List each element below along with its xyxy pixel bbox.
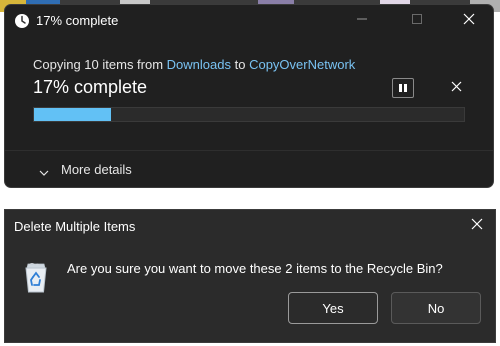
pause-button[interactable] bbox=[392, 78, 414, 98]
no-button[interactable]: No bbox=[391, 292, 481, 324]
more-details-toggle[interactable]: More details bbox=[5, 151, 493, 187]
dialog-title-bar[interactable]: Delete Multiple Items bbox=[5, 210, 495, 242]
pause-icon bbox=[399, 84, 407, 92]
window-title: 17% complete bbox=[36, 13, 119, 28]
title-bar[interactable]: 17% complete bbox=[5, 5, 493, 37]
clock-icon bbox=[14, 13, 30, 29]
maximize-icon bbox=[411, 12, 423, 30]
cancel-copy-button[interactable] bbox=[447, 79, 465, 97]
maximize-button[interactable] bbox=[394, 5, 440, 37]
source-folder-link[interactable]: Downloads bbox=[167, 57, 231, 72]
more-details-label: More details bbox=[61, 162, 132, 177]
dialog-message: Are you sure you want to move these 2 it… bbox=[67, 261, 443, 276]
copy-progress-window: 17% complete Copying 10 items from Downl… bbox=[4, 4, 494, 188]
progress-bar-fill bbox=[34, 108, 112, 121]
yes-button[interactable]: Yes bbox=[288, 292, 378, 324]
copy-status-panel: Copying 10 items from Downloads to CopyO… bbox=[5, 37, 493, 151]
dialog-close-button[interactable] bbox=[459, 210, 495, 242]
copy-description-prefix: Copying 10 items from bbox=[33, 57, 167, 72]
close-button[interactable] bbox=[446, 5, 492, 37]
recycle-bin-icon bbox=[23, 260, 49, 294]
close-icon bbox=[471, 217, 483, 235]
minimize-button[interactable] bbox=[339, 5, 385, 37]
progress-bar bbox=[33, 107, 465, 122]
copy-description-middle: to bbox=[231, 57, 250, 72]
percent-complete-label: 17% complete bbox=[33, 77, 148, 97]
copy-description: Copying 10 items from Downloads to CopyO… bbox=[33, 57, 355, 72]
chevron-down-icon bbox=[39, 165, 49, 176]
minimize-icon bbox=[356, 12, 368, 30]
close-icon bbox=[463, 12, 475, 30]
dialog-title: Delete Multiple Items bbox=[14, 219, 136, 234]
delete-confirmation-dialog: Delete Multiple Items Are you sure you w… bbox=[4, 209, 496, 343]
close-icon bbox=[451, 79, 462, 97]
destination-folder-link[interactable]: CopyOverNetwork bbox=[249, 57, 355, 72]
